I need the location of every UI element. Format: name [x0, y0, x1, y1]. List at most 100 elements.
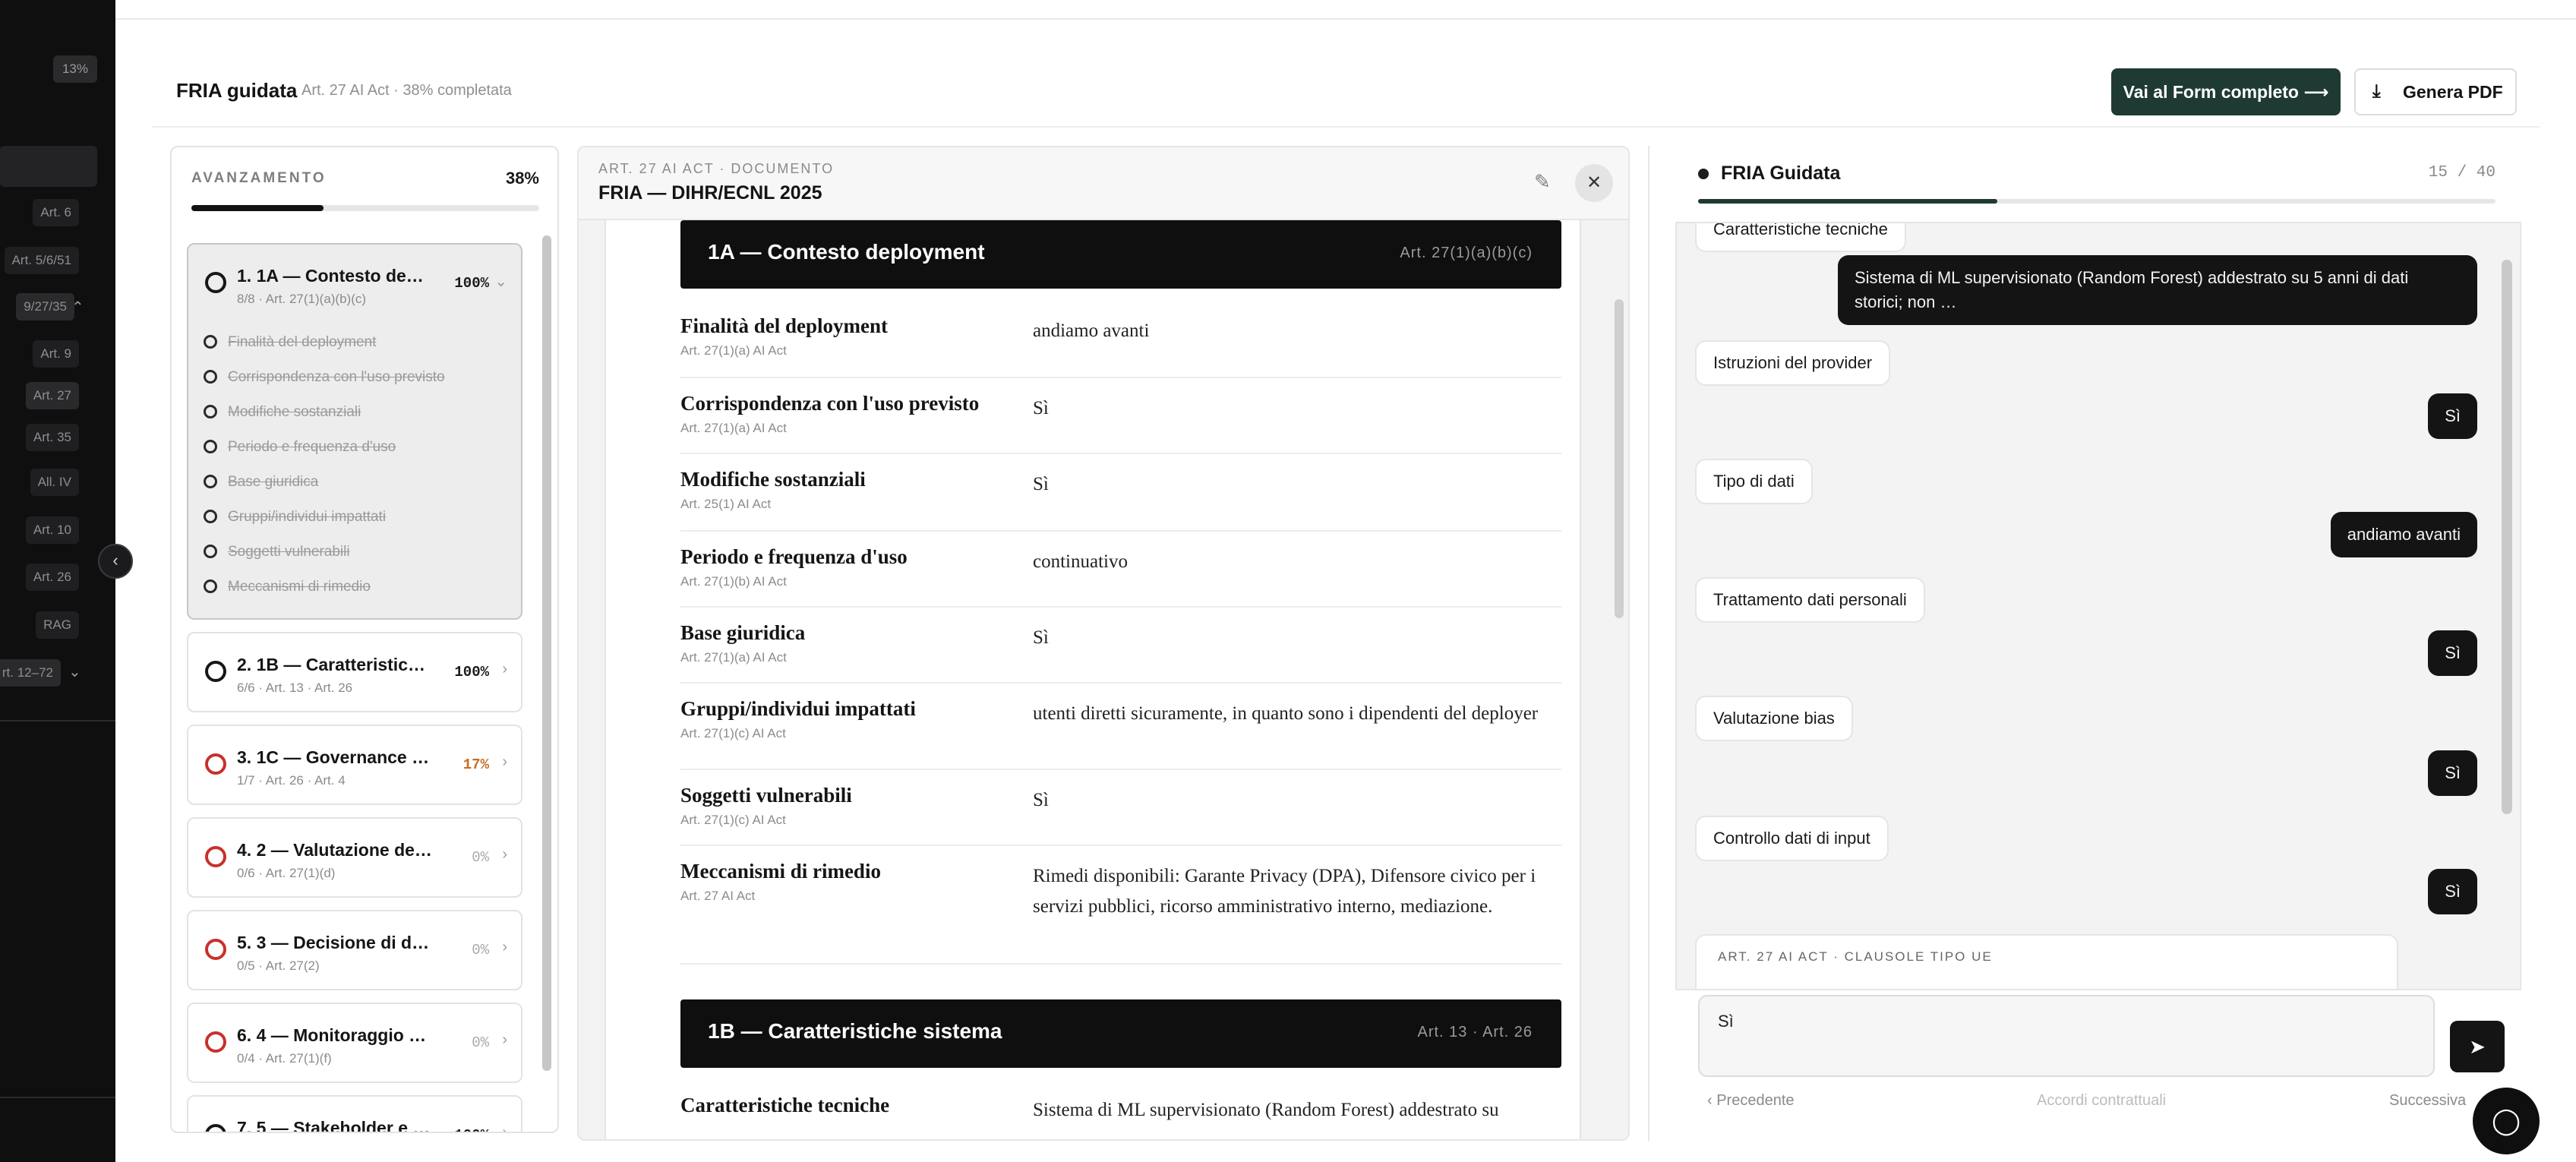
section-banner-ref: Art. 13 · Art. 26	[1417, 1024, 1533, 1040]
status-ring-icon	[205, 753, 226, 775]
section-title: 4. 2 — Valutazione degli impatti	[237, 840, 433, 860]
section-item-1a[interactable]: 1. 1A — Contesto deployment 8/8 · Art. 2…	[187, 243, 522, 620]
rail-item-art26[interactable]: Art. 26	[25, 564, 79, 591]
section-subtitle: 6/6 · Art. 13 · Art. 26	[237, 680, 353, 695]
assistant-message: Controllo dati di input	[1695, 816, 1889, 861]
chat-panel: FRIA Guidata 15 / 40 Caratteristiche tec…	[1649, 146, 2521, 1141]
close-icon[interactable]: ✕	[1575, 164, 1613, 202]
subsection-label: Finalità del deployment	[228, 334, 377, 350]
rail-item-rag[interactable]: RAG	[36, 611, 79, 639]
field-article: Art. 27(1)(c) AI Act	[680, 813, 786, 827]
status-ring-icon	[205, 1031, 226, 1053]
section-banner-1a: 1A — Contesto deployment Art. 27(1)(a)(b…	[680, 220, 1561, 289]
subsection-item[interactable]: Gruppi/individui impattati	[204, 509, 386, 526]
chevron-right-icon[interactable]: ›	[502, 1031, 507, 1049]
chat-input[interactable]: Sì	[1698, 995, 2435, 1077]
subsection-item[interactable]: Base giuridica	[204, 474, 318, 491]
rail-item-art9[interactable]: Art. 9	[33, 340, 79, 368]
section-item-3[interactable]: 5. 3 — Decisione di deployment 0/5 · Art…	[187, 910, 522, 990]
progress-bar-fill	[191, 205, 324, 211]
section-title: 7. 5 — Stakeholder e consultazione	[237, 1118, 433, 1133]
section-banner-title: 1A — Contesto deployment	[708, 240, 985, 264]
rail-item-art6[interactable]: Art. 6	[33, 199, 79, 226]
chat-title: FRIA Guidata	[1721, 163, 1841, 184]
field-label: Corrispondenza con l'uso previsto	[680, 392, 980, 415]
subsection-item[interactable]: Soggetti vulnerabili	[204, 544, 350, 560]
section-subtitle: 0/4 · Art. 27(1)(f)	[237, 1051, 332, 1066]
rail-item-art10[interactable]: Art. 10	[25, 516, 79, 544]
section-percent: 100%	[454, 1127, 489, 1132]
chevron-down-icon[interactable]: ⌄	[68, 662, 81, 681]
section-banner-ref: Art. 27(1)(a)(b)(c)	[1400, 245, 1533, 261]
subsection-item[interactable]: Corrispondenza con l'uso previsto	[204, 369, 445, 386]
subsection-item[interactable]: Meccanismi di rimedio	[204, 579, 371, 595]
chevron-left-icon[interactable]: ‹	[98, 544, 133, 579]
section-percent: 0%	[472, 849, 489, 866]
field-article: Art. 27(1)(a) AI Act	[680, 343, 787, 358]
progress-bar	[191, 205, 539, 211]
chevron-right-icon[interactable]: ›	[502, 939, 507, 956]
section-item-4[interactable]: 6. 4 — Monitoraggio e riesame 0/4 · Art.…	[187, 1003, 522, 1083]
field-label: Caratteristiche tecniche	[680, 1094, 890, 1116]
section-percent: 0%	[472, 1034, 489, 1051]
assistant-message: Tipo di dati	[1695, 459, 1813, 504]
document-title: FRIA — DIHR/ECNL 2025	[598, 182, 822, 204]
user-message: Sì	[2428, 393, 2477, 439]
generate-pdf-button[interactable]: ⤓ Genera PDF	[2354, 68, 2517, 115]
rail-item-art1272[interactable]: rt. 12–72	[0, 659, 61, 687]
field-value: utenti diretti sicuramente, in quanto so…	[1033, 703, 1539, 724]
chevron-up-icon[interactable]: ⌃	[71, 298, 84, 317]
chevron-right-icon[interactable]: ›	[502, 1124, 507, 1132]
section-item-2[interactable]: 4. 2 — Valutazione degli impatti 0/6 · A…	[187, 817, 522, 898]
subsection-label: Modifiche sostanziali	[228, 404, 361, 420]
chevron-right-icon[interactable]: ›	[502, 661, 507, 678]
progress-percent: 38%	[505, 169, 539, 188]
status-ring-icon	[205, 939, 226, 960]
field-value: continuativo	[1033, 551, 1128, 572]
field-article: Art. 27(1)(b) AI Act	[680, 574, 787, 589]
field-label: Periodo e frequenza d'uso	[680, 545, 908, 568]
chevron-right-icon[interactable]: ›	[502, 753, 507, 771]
chat-scrollbar[interactable]	[2502, 260, 2512, 814]
subsection-item[interactable]: Finalità del deployment	[204, 334, 376, 351]
document-scrollbar[interactable]	[1615, 299, 1624, 618]
pencil-icon[interactable]: ✎	[1534, 170, 1551, 194]
document-row: Gruppi/individui impattati Art. 27(1)(c)…	[680, 684, 1561, 770]
rail-item-art5651[interactable]: Art. 5/6/51	[4, 247, 79, 274]
next-button[interactable]: Successiva	[2389, 1092, 2466, 1110]
field-value: Sì	[1033, 790, 1049, 810]
scrollbar-thumb[interactable]	[542, 235, 551, 1071]
section-item-1c[interactable]: 3. 1C — Governance del sistema 1/7 · Art…	[187, 725, 522, 805]
section-percent: 100%	[454, 275, 489, 292]
send-icon[interactable]: ➤	[2450, 1021, 2505, 1072]
rail-item-art27[interactable]: Art. 27	[25, 382, 79, 409]
chevron-right-icon[interactable]: ›	[502, 846, 507, 864]
status-ring-icon	[205, 272, 226, 293]
chevron-down-icon[interactable]: ⌄	[494, 272, 507, 291]
clause-label: ART. 27 AI ACT · CLAUSOLE TIPO UE	[1718, 949, 1993, 964]
section-title: 2. 1B — Caratteristiche sistema	[237, 655, 433, 674]
rail-item-all4[interactable]: All. IV	[30, 469, 79, 496]
clause-card[interactable]: ART. 27 AI ACT · CLAUSOLE TIPO UE	[1695, 934, 2398, 989]
rail-item-92735[interactable]: 9/27/35	[16, 293, 74, 320]
previous-button[interactable]: ‹ Precedente	[1707, 1092, 1795, 1110]
subsection-label: Periodo e frequenza d'uso	[228, 439, 396, 455]
user-message: Sì	[2428, 750, 2477, 796]
section-banner-title: 1B — Caratteristiche sistema	[708, 1019, 1002, 1043]
subsection-item[interactable]: Periodo e frequenza d'uso	[204, 439, 396, 456]
section-title: 5. 3 — Decisione di deployment	[237, 933, 433, 952]
subsection-item[interactable]: Modifiche sostanziali	[204, 404, 361, 421]
section-list-scrollbar[interactable]	[542, 235, 551, 1071]
section-subtitle: 0/6 · Art. 27(1)(d)	[237, 866, 336, 880]
open-full-form-button[interactable]: Vai al Form completo ⟶	[2111, 68, 2341, 115]
section-item-5[interactable]: 7. 5 — Stakeholder e consultazione 100% …	[187, 1095, 522, 1133]
field-label: Modifiche sostanziali	[680, 468, 866, 491]
assistant-message: Caratteristiche tecniche	[1695, 223, 1906, 252]
rail-item-art35[interactable]: Art. 35	[25, 424, 79, 451]
section-subtitle: 0/5 · Art. 27(2)	[237, 958, 320, 973]
download-icon: ⤓	[2372, 81, 2381, 102]
field-value: Rimedi disponibili: Garante Privacy (DPA…	[1033, 866, 1536, 917]
chat-bubble-icon[interactable]: ◯	[2473, 1088, 2540, 1154]
section-item-1b[interactable]: 2. 1B — Caratteristiche sistema 6/6 · Ar…	[187, 632, 522, 712]
rail-selected-item[interactable]	[0, 146, 97, 187]
